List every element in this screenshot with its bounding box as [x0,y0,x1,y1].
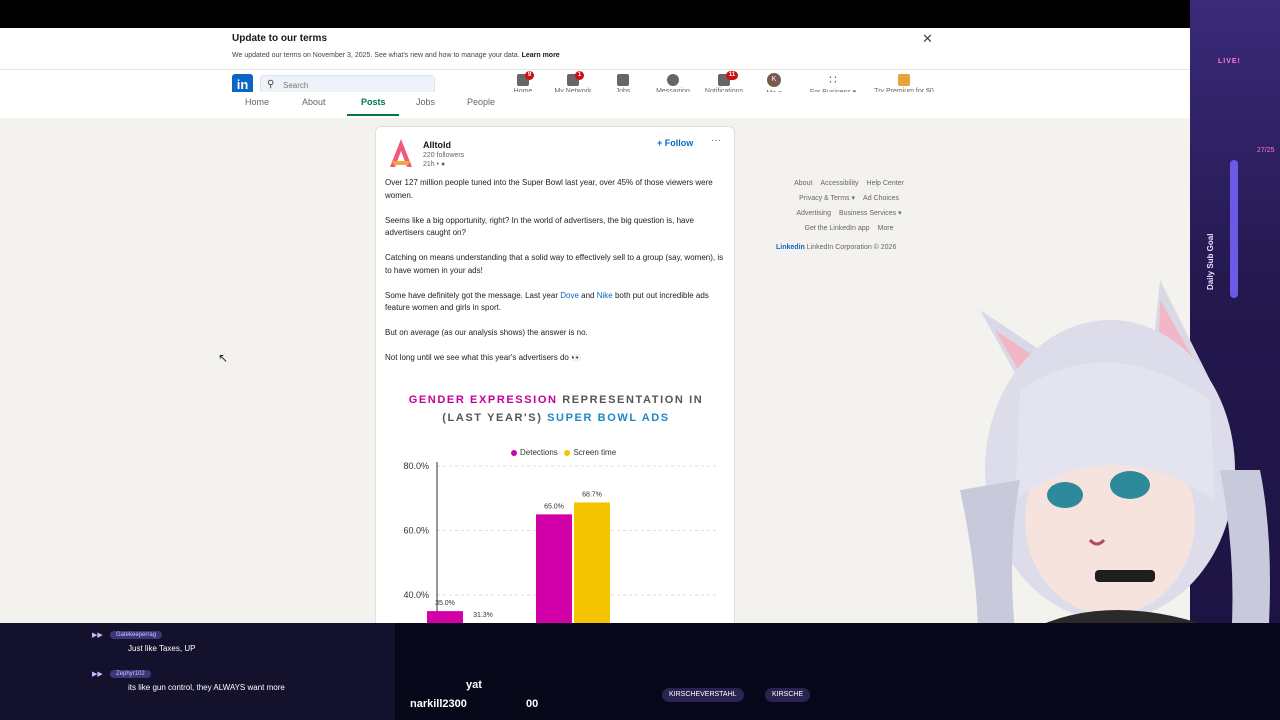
post-text: Some have definitely got the message. La… [385,290,561,300]
bar [574,502,610,623]
bar [536,514,572,623]
avatar: K [767,73,781,87]
linkedin-brand: Linkedin [776,244,805,251]
post-time-text: 21h • [423,161,442,168]
search-icon: ⚲ [267,79,275,90]
chart-title-text: (LAST YEAR'S) [442,412,548,424]
tab-posts[interactable]: Posts [361,97,386,107]
post-text: and [578,290,597,300]
legend-swatch-detections [511,449,517,456]
footer-link-ad-choices[interactable]: Ad Choices [863,195,899,202]
tab-people[interactable]: People [467,97,495,107]
chart-title-text: REPRESENTATION IN [557,394,704,406]
bar-chart: 80.0% 60.0% 40.0% 35.0% 65.0% 31.3% 68.7% [403,461,716,623]
mouse-cursor-icon: ↖ [218,351,229,365]
legend-label-screen-time: Screen time [573,448,617,457]
post-card: Alltold 220 followers 21h • ● + Follow ·… [375,126,735,623]
tab-home[interactable]: Home [245,97,269,107]
linkedin-copyright: Linkedin LinkedIn Corporation © 2026 [776,244,896,251]
home-badge: 9 [525,71,534,80]
footer-link-get-app[interactable]: Get the LinkedIn app [805,225,870,232]
footer-link-about[interactable]: About [794,180,812,187]
copyright-text: LinkedIn Corporation © 2026 [804,244,897,251]
legend-swatch-screen-time [564,449,571,456]
terms-banner: Update to our terms We updated our terms… [0,28,1190,70]
chat-username: Gatekeeperrag [110,631,163,639]
bar [427,611,463,623]
tab-about[interactable]: About [302,97,326,107]
post-author[interactable]: Alltold [423,140,451,150]
briefcase-icon [617,74,629,86]
chat-arrow-icon: ▶▶ [92,671,103,678]
chat-message: its like gun control, they ALWAYS want m… [128,683,285,692]
chart-title: GENDER EXPRESSION REPRESENTATION IN (LAS… [376,391,734,427]
post-paragraph-mentions: Some have definitely got the message. La… [385,290,725,315]
company-subnav: Home About Posts Jobs People [0,92,1190,118]
terms-description: We updated our terms on November 3, 2025… [232,52,520,59]
chart-title-highlight: SUPER BOWL ADS [547,412,670,424]
message-icon [667,74,679,86]
home-icon: 9 [517,71,534,86]
more-options-icon[interactable]: ··· [711,135,721,146]
brand-text: Linked [776,244,799,251]
alltold-logo[interactable] [386,137,416,169]
y-tick-label: 40.0% [403,590,429,600]
post-body: Over 127 million people tuned into the S… [385,177,725,377]
footer-link-more[interactable]: More [878,225,894,232]
stream-top-bar [0,0,1280,28]
post-paragraph: Catching on means understanding that a s… [385,253,724,275]
post-paragraph: Over 127 million people tuned into the S… [385,178,713,200]
bell-icon: 11 [718,71,738,86]
dove-mention-link[interactable]: Dove [560,291,579,300]
stream-chat: ▶▶ Gatekeeperrag Just like Taxes, UP ▶▶ … [0,623,395,720]
tab-jobs[interactable]: Jobs [416,97,435,107]
follow-button[interactable]: + Follow [657,138,693,148]
ticker-text: narkill2300 [410,698,467,710]
goal-counter: 27/25 [1257,147,1275,154]
chat-arrow-icon: ▶▶ [92,632,103,639]
chart-title-highlight: GENDER EXPRESSION [408,394,558,406]
chat-message: Just like Taxes, UP [128,644,196,653]
post-paragraph: But on average (as our analysis shows) t… [385,328,588,337]
post-followers: 220 followers [423,152,465,159]
learn-more-link[interactable]: Learn more [522,52,560,59]
y-tick-label: 60.0% [403,526,429,536]
footer-link-privacy[interactable]: Privacy & Terms ▾ [799,195,855,202]
chat-username: Zephyr102 [110,670,151,678]
right-rail-links: About Accessibility Help Center Privacy & … [774,176,924,236]
bar-value-label: 31.3% [473,612,493,619]
grid-icon: ∷ [829,73,837,87]
post-paragraph: Not long until we see what this year's a… [385,353,582,362]
premium-icon [898,74,910,86]
footer-link-accessibility[interactable]: Accessibility [820,180,858,187]
terms-title: Update to our terms [232,33,328,44]
legend-label-detections: Detections [520,448,558,457]
post-time: 21h • ● [423,161,445,168]
active-tab-underline [347,114,399,116]
network-icon: 1 [567,71,584,86]
search-input[interactable] [283,78,428,92]
bar-value-label: 68.7% [582,491,602,498]
terms-text: We updated our terms on November 3, 2025… [232,52,560,59]
footer-link-business-services[interactable]: Business Services ▾ [839,210,902,217]
nike-mention-link[interactable]: Nike [597,291,613,300]
close-icon[interactable]: ✕ [922,31,933,47]
ticker-text: yat [466,679,482,691]
footer-link-help-center[interactable]: Help Center [867,180,904,187]
chart-legend: Detections Screen time [511,448,616,457]
post-paragraph: Seems like a big opportunity, right? In … [385,215,694,238]
y-tick-label: 80.0% [403,461,429,471]
social-twitter: KIRSCHEVERSTAHL [662,688,744,702]
globe-icon: ● [441,161,446,168]
network-badge: 1 [575,71,584,80]
notifications-badge: 11 [726,71,738,80]
social-discord: KIRSCHE [765,688,811,702]
bar-value-label: 65.0% [544,503,564,510]
ticker-text: 00 [526,698,539,710]
live-label: LIVE! [1218,58,1241,65]
bar-value-label: 35.0% [435,600,455,607]
footer-link-advertising[interactable]: Advertising [796,210,831,217]
